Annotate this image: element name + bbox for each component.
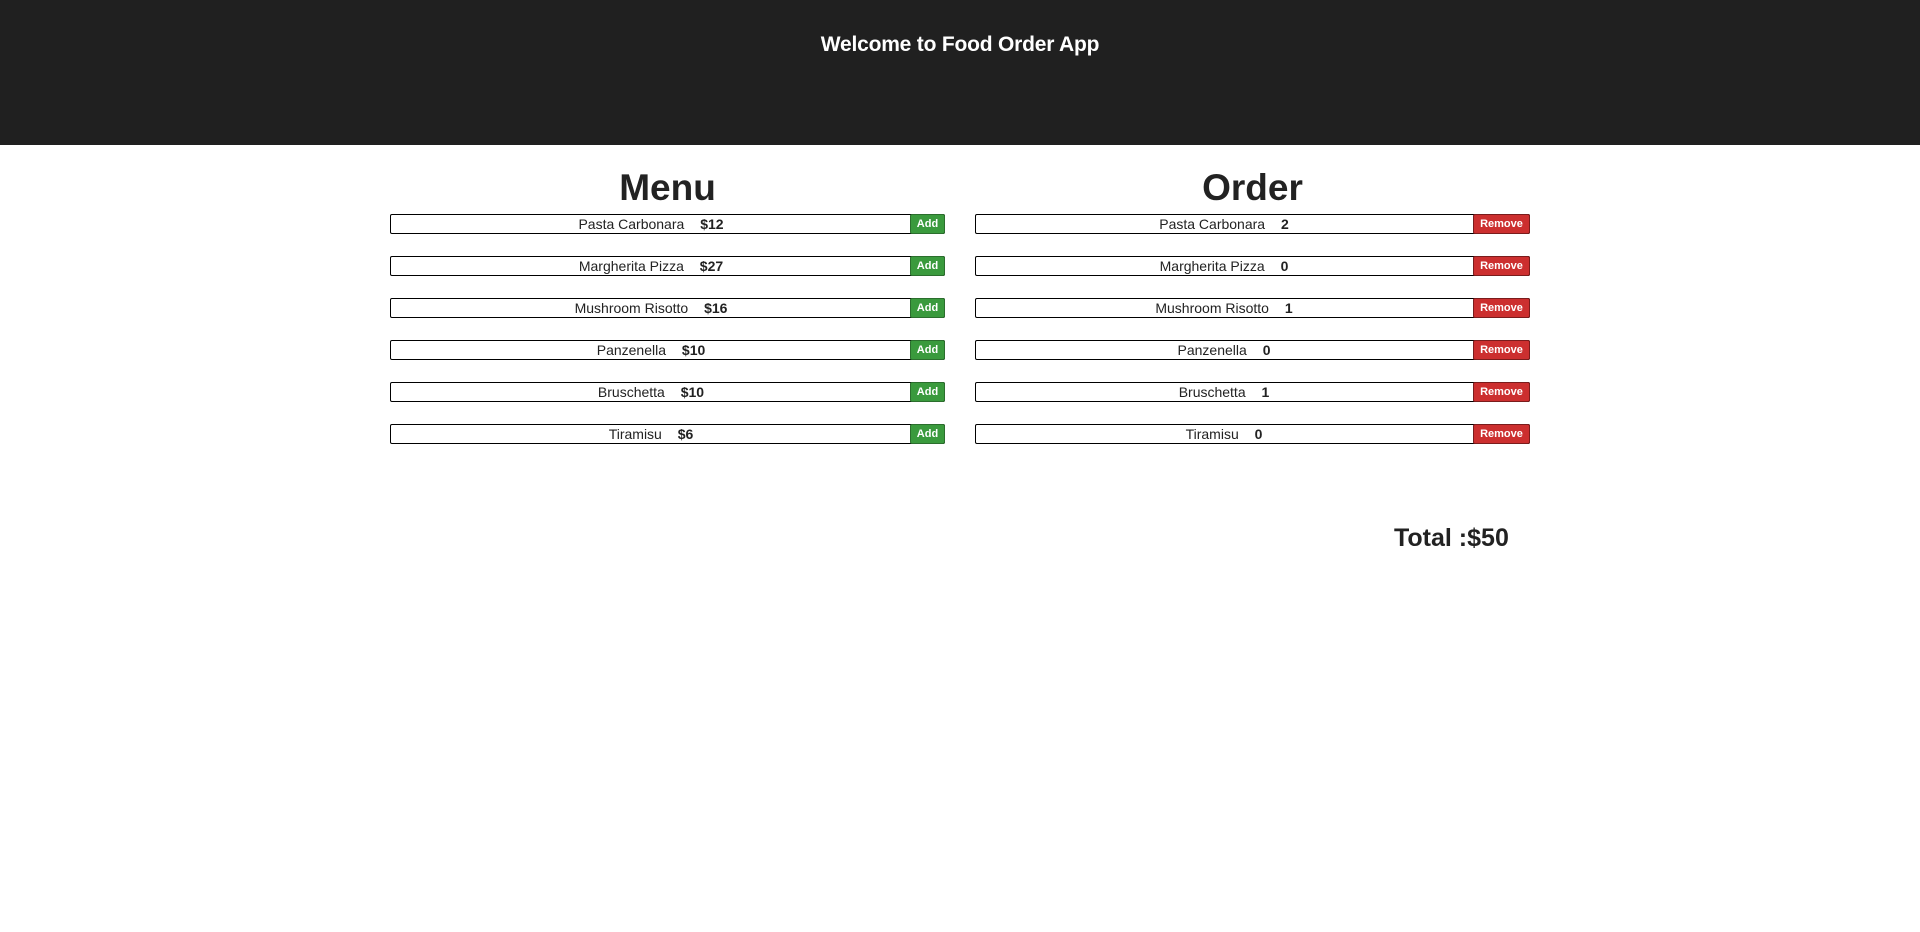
- order-item: Tiramisu 0 Remove: [975, 424, 1530, 444]
- menu-item-price: $12: [700, 216, 724, 232]
- menu-item: Bruschetta $10 Add: [390, 382, 945, 402]
- order-item-name: Bruschetta: [1178, 384, 1246, 400]
- menu-list: Pasta Carbonara $12 Add Margherita Pizza…: [390, 214, 945, 444]
- order-item-quantity: 0: [1280, 258, 1289, 274]
- order-item-name: Margherita Pizza: [1159, 258, 1265, 274]
- order-item-quantity: 0: [1254, 426, 1263, 442]
- order-item-quantity: 2: [1280, 216, 1289, 232]
- order-item: Mushroom Risotto 1 Remove: [975, 298, 1530, 318]
- menu-item: Mushroom Risotto $16 Add: [390, 298, 945, 318]
- menu-item-name: Bruschetta: [597, 384, 665, 400]
- order-list: Pasta Carbonara 2 Remove Margherita Pizz…: [975, 214, 1530, 444]
- menu-item-price: $16: [704, 300, 728, 316]
- order-item-quantity: 0: [1262, 342, 1271, 358]
- menu-item: Tiramisu $6 Add: [390, 424, 945, 444]
- app-title: Welcome to Food Order App: [820, 33, 1100, 56]
- add-button[interactable]: Add: [910, 424, 945, 444]
- remove-button[interactable]: Remove: [1473, 382, 1530, 402]
- order-item: Bruschetta 1 Remove: [975, 382, 1530, 402]
- order-item-name: Panzenella: [1177, 342, 1247, 358]
- menu-item-name: Mushroom Risotto: [574, 300, 689, 316]
- order-title: Order: [1202, 167, 1303, 208]
- menu-title: Menu: [619, 167, 716, 208]
- order-item-name: Pasta Carbonara: [1159, 216, 1266, 232]
- order-item: Pasta Carbonara 2 Remove: [975, 214, 1530, 234]
- order-item-quantity: 1: [1284, 300, 1293, 316]
- order-item: Margherita Pizza 0 Remove: [975, 256, 1530, 276]
- add-button[interactable]: Add: [910, 256, 945, 276]
- remove-button[interactable]: Remove: [1473, 256, 1530, 276]
- menu-item-price: $10: [680, 384, 705, 400]
- menu-item: Pasta Carbonara $12 Add: [390, 214, 945, 234]
- order-item-name: Tiramisu: [1185, 426, 1239, 442]
- menu-item-price: $6: [677, 426, 694, 442]
- order-total: Total :$50: [1394, 524, 1509, 552]
- order-panel: Order Pasta Carbonara 2 Remove Margherit…: [975, 163, 1530, 466]
- menu-item-price: $27: [699, 258, 724, 274]
- order-item-name: Mushroom Risotto: [1155, 300, 1269, 316]
- menu-item-name: Pasta Carbonara: [578, 216, 685, 232]
- add-button[interactable]: Add: [910, 382, 945, 402]
- menu-item-name: Panzenella: [596, 342, 667, 358]
- remove-button[interactable]: Remove: [1473, 340, 1530, 360]
- add-button[interactable]: Add: [910, 298, 945, 318]
- remove-button[interactable]: Remove: [1473, 214, 1530, 234]
- menu-item-name: Tiramisu: [608, 426, 662, 442]
- remove-button[interactable]: Remove: [1473, 424, 1530, 444]
- menu-item: Margherita Pizza $27 Add: [390, 256, 945, 276]
- add-button[interactable]: Add: [910, 214, 945, 234]
- remove-button[interactable]: Remove: [1473, 298, 1530, 318]
- menu-item-name: Margherita Pizza: [578, 258, 684, 274]
- menu-panel: Menu Pasta Carbonara $12 Add Margherita …: [390, 163, 945, 466]
- menu-item: Panzenella $10 Add: [390, 340, 945, 360]
- add-button[interactable]: Add: [910, 340, 945, 360]
- app-header: Welcome to Food Order App: [0, 0, 1920, 145]
- order-item: Panzenella 0 Remove: [975, 340, 1530, 360]
- menu-item-price: $10: [681, 342, 706, 358]
- order-item-quantity: 1: [1261, 384, 1270, 400]
